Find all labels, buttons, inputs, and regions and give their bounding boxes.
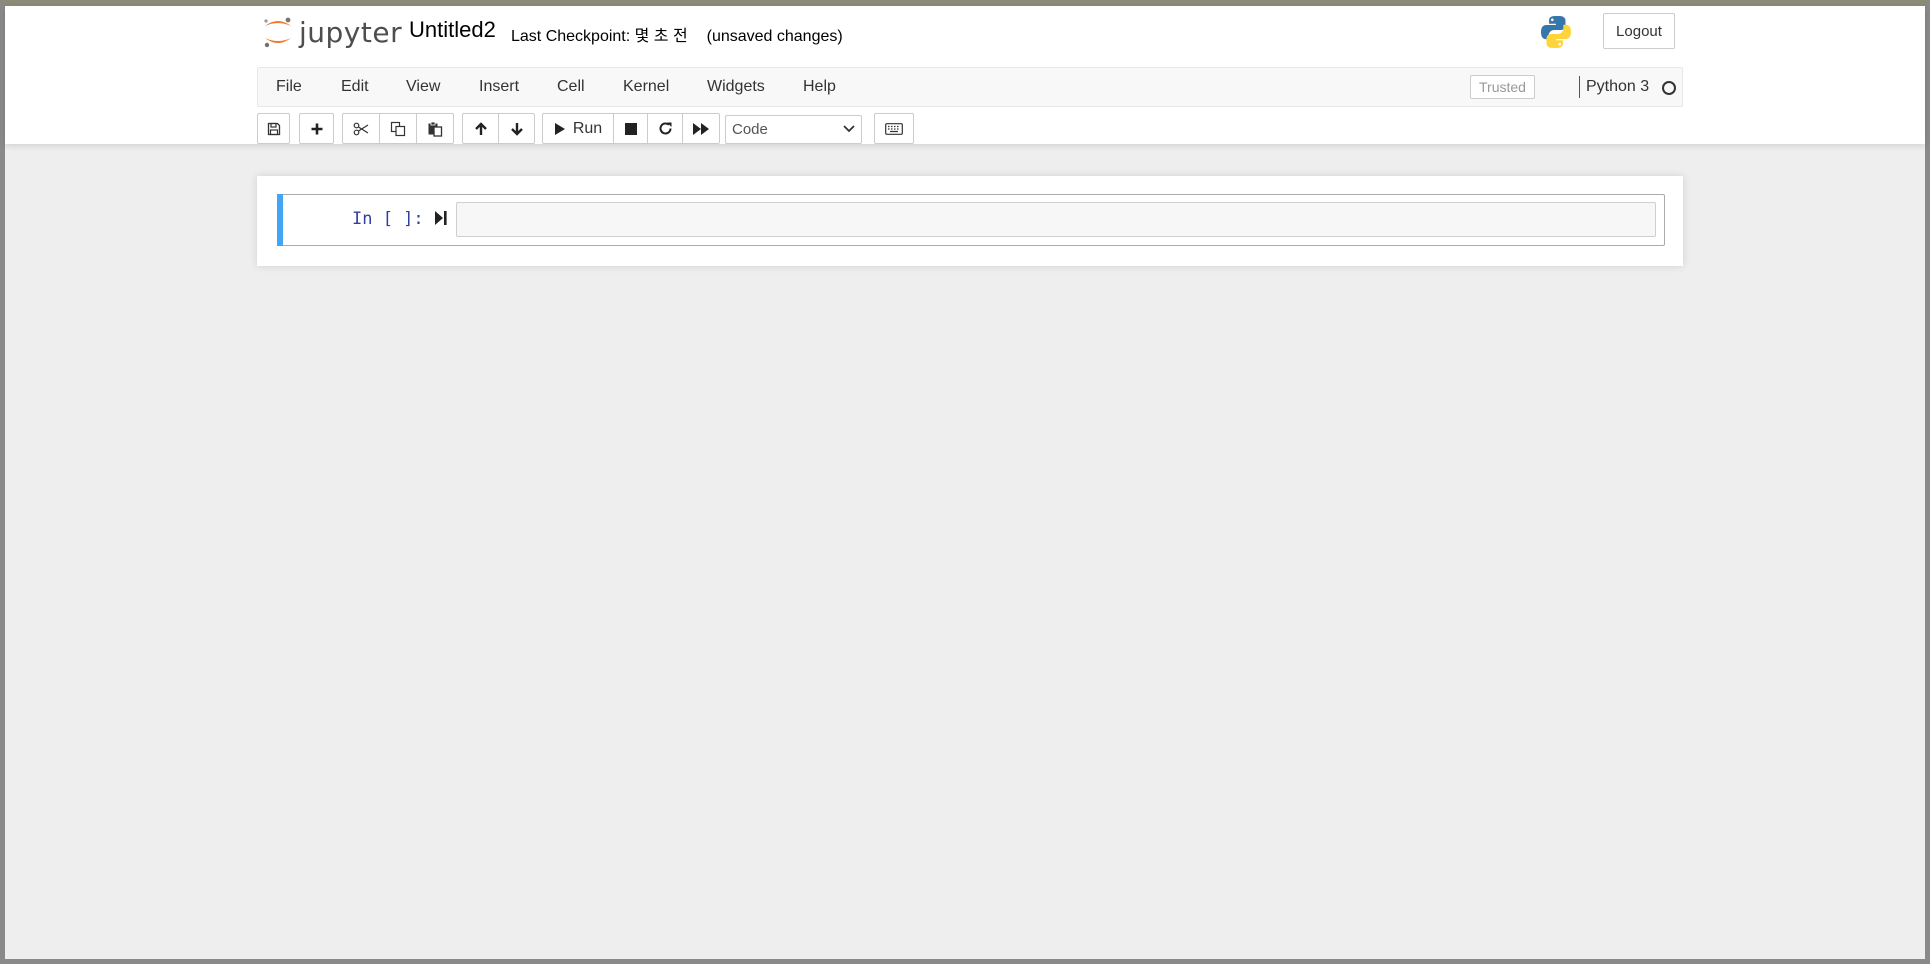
autosave-status: (unsaved changes) <box>706 28 843 45</box>
cell-type-value: Code <box>732 121 768 138</box>
toolbar: Run Code <box>257 113 1687 145</box>
restart-kernel-button[interactable] <box>647 113 683 144</box>
logout-button[interactable]: Logout <box>1603 13 1675 49</box>
menu-widgets[interactable]: Widgets <box>707 68 765 106</box>
cell-type-select[interactable]: Code <box>725 115 862 144</box>
menu-edit[interactable]: Edit <box>341 68 369 106</box>
trusted-indicator[interactable]: Trusted <box>1470 75 1535 99</box>
notebook-container: In [ ]: <box>257 176 1683 266</box>
copy-button[interactable] <box>379 113 417 144</box>
run-button[interactable]: Run <box>542 113 614 144</box>
run-button-label: Run <box>572 119 603 137</box>
input-prompt: In [ ]: <box>352 209 424 229</box>
checkpoint-time: 몇 초 전 <box>634 28 688 45</box>
save-icon <box>267 122 280 135</box>
jupyter-logo[interactable]: jupyter <box>261 14 403 50</box>
header: jupyter Untitled2 Last Checkpoint: 몇 초 전… <box>5 6 1925 144</box>
checkpoint-label: Last Checkpoint: <box>511 28 631 45</box>
fast-forward-icon <box>693 122 709 135</box>
kernel-idle-indicator-icon <box>1662 81 1676 95</box>
checkpoint-status: Last Checkpoint: 몇 초 전 (unsaved changes) <box>511 22 843 46</box>
paste-button[interactable] <box>416 113 454 144</box>
paste-icon <box>428 121 443 137</box>
interrupt-kernel-button[interactable] <box>613 113 648 144</box>
kernel-separator <box>1579 76 1580 98</box>
arrow-up-icon <box>474 121 487 135</box>
selected-cell-indicator <box>277 194 283 246</box>
copy-icon <box>390 121 406 136</box>
window-frame: jupyter Untitled2 Last Checkpoint: 몇 초 전… <box>0 0 1930 964</box>
move-up-button[interactable] <box>462 113 499 144</box>
menu-view[interactable]: View <box>406 68 440 106</box>
jupyter-logo-icon <box>264 17 291 48</box>
keyboard-icon <box>885 122 903 135</box>
header-top-row: jupyter Untitled2 Last Checkpoint: 몇 초 전… <box>253 6 1683 61</box>
play-icon <box>554 122 565 135</box>
cut-button[interactable] <box>342 113 380 144</box>
arrow-down-icon <box>510 122 523 136</box>
code-cell[interactable]: In [ ]: <box>277 194 1665 246</box>
menubar: File Edit View Insert Cell Kernel Widget… <box>257 67 1683 107</box>
insert-cell-button[interactable] <box>299 113 334 144</box>
cut-icon <box>353 122 369 135</box>
move-down-button[interactable] <box>498 113 535 144</box>
menu-kernel[interactable]: Kernel <box>623 68 669 106</box>
menu-help[interactable]: Help <box>803 68 836 106</box>
kernel-name[interactable]: Python 3 <box>1586 68 1649 106</box>
notebook-title[interactable]: Untitled2 <box>409 17 496 43</box>
menu-cell[interactable]: Cell <box>557 68 585 106</box>
python-logo-icon <box>1541 16 1571 48</box>
save-button[interactable] <box>257 113 290 144</box>
stop-icon <box>624 122 637 135</box>
restart-icon <box>659 122 671 135</box>
menu-insert[interactable]: Insert <box>479 68 519 106</box>
chevron-down-icon <box>843 125 855 133</box>
command-palette-button[interactable] <box>874 113 914 144</box>
menu-file[interactable]: File <box>276 68 302 106</box>
restart-run-all-button[interactable] <box>682 113 720 144</box>
run-cell-icon[interactable] <box>434 209 448 227</box>
plus-icon <box>311 123 322 134</box>
code-input-area[interactable] <box>456 202 1656 237</box>
logo-wordmark: jupyter <box>299 16 403 49</box>
